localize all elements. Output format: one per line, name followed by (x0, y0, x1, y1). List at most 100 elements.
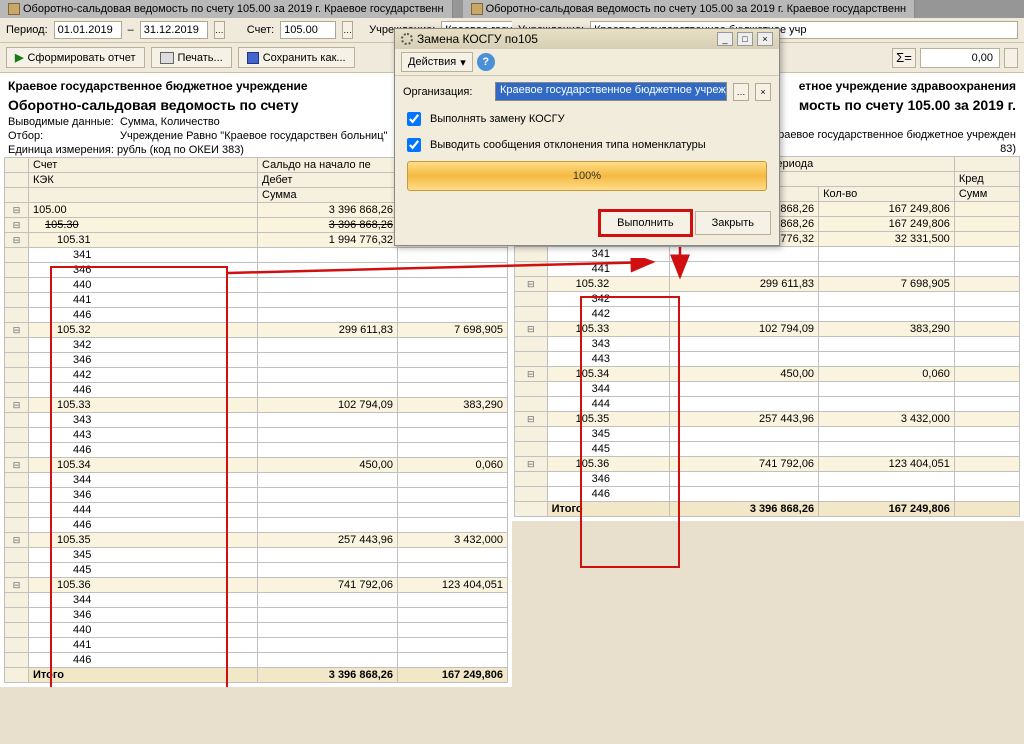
tree-toggle[interactable] (5, 518, 29, 533)
tree-toggle[interactable] (5, 248, 29, 263)
sigma-button[interactable]: Σ= (892, 48, 916, 68)
tree-toggle[interactable] (5, 623, 29, 638)
date-to[interactable] (140, 21, 208, 39)
tree-toggle[interactable] (5, 548, 29, 563)
tree-toggle[interactable]: ⊟ (5, 398, 29, 413)
table-row[interactable]: ⊟105.33102 794,09383,290 (5, 398, 508, 413)
table-row[interactable]: ⊟105.35257 443,963 432,000 (5, 533, 508, 548)
actions-menu[interactable]: Действия ▾ (401, 52, 473, 72)
table-row[interactable]: 343 (515, 337, 1020, 352)
period-picker[interactable]: … (214, 21, 225, 39)
tree-toggle[interactable] (5, 443, 29, 458)
table-row[interactable]: 446 (5, 443, 508, 458)
table-row[interactable]: 341 (5, 248, 508, 263)
tree-toggle[interactable] (515, 292, 548, 307)
tree-toggle[interactable] (5, 563, 29, 578)
table-row[interactable]: 343 (5, 413, 508, 428)
tab-right[interactable]: Оборотно-сальдовая ведомость по счету 10… (463, 0, 916, 18)
tree-toggle[interactable] (5, 593, 29, 608)
tree-toggle[interactable] (515, 337, 548, 352)
tree-toggle[interactable] (5, 383, 29, 398)
tree-toggle[interactable] (5, 278, 29, 293)
date-from[interactable] (54, 21, 122, 39)
tree-toggle[interactable] (5, 503, 29, 518)
tree-toggle[interactable] (515, 487, 548, 502)
tree-toggle[interactable] (5, 353, 29, 368)
account-picker[interactable]: … (342, 21, 353, 39)
table-row[interactable]: 440 (5, 278, 508, 293)
table-row[interactable]: ⊟105.34450,000,060 (515, 367, 1020, 382)
table-row[interactable]: 346 (515, 472, 1020, 487)
table-row[interactable]: 346 (5, 353, 508, 368)
table-row[interactable]: 445 (5, 563, 508, 578)
tree-toggle[interactable] (5, 488, 29, 503)
tab-left[interactable]: Оборотно-сальдовая ведомость по счету 10… (0, 0, 453, 18)
table-row[interactable]: 443 (515, 352, 1020, 367)
table-row[interactable]: 446 (5, 383, 508, 398)
dialog-titlebar[interactable]: Замена КОСГУ по105 _ □ × (395, 29, 779, 49)
table-row[interactable]: 444 (5, 503, 508, 518)
table-row[interactable]: 441 (5, 293, 508, 308)
close-dialog-button[interactable]: Закрыть (695, 211, 771, 235)
table-row[interactable]: 446 (5, 653, 508, 668)
table-row[interactable]: ⊟105.35257 443,963 432,000 (515, 412, 1020, 427)
table-row[interactable]: 441 (5, 638, 508, 653)
table-row[interactable]: 442 (5, 368, 508, 383)
tree-toggle[interactable] (515, 262, 548, 277)
tree-toggle[interactable] (5, 428, 29, 443)
table-row[interactable]: 446 (515, 487, 1020, 502)
tree-toggle[interactable]: ⊟ (515, 322, 548, 337)
tree-toggle[interactable]: ⊟ (5, 233, 29, 248)
tree-toggle[interactable] (5, 308, 29, 323)
table-row[interactable]: 342 (5, 338, 508, 353)
table-row[interactable]: 345 (5, 548, 508, 563)
tree-toggle[interactable] (515, 442, 548, 457)
tree-toggle[interactable]: ⊟ (5, 218, 29, 233)
table-row[interactable]: 441 (515, 262, 1020, 277)
sigma-dropdown[interactable] (1004, 48, 1018, 68)
table-row[interactable]: 444 (515, 397, 1020, 412)
close-button[interactable]: × (757, 32, 773, 46)
tree-toggle[interactable] (515, 427, 548, 442)
tree-toggle[interactable] (515, 382, 548, 397)
table-row[interactable]: 341 (515, 247, 1020, 262)
help-button[interactable]: ? (477, 53, 495, 71)
table-row[interactable]: 443 (5, 428, 508, 443)
table-row[interactable]: 344 (5, 593, 508, 608)
table-row[interactable]: 445 (515, 442, 1020, 457)
minimize-button[interactable]: _ (717, 32, 733, 46)
table-row[interactable]: ⊟105.32299 611,837 698,905 (515, 277, 1020, 292)
table-row[interactable]: 345 (515, 427, 1020, 442)
table-row[interactable]: 446 (5, 518, 508, 533)
tree-toggle[interactable]: ⊟ (5, 578, 29, 593)
form-report-button[interactable]: ▶Сформировать отчет (6, 47, 145, 68)
dlg-org-field[interactable]: Краевое государственное бюджетное учрежд… (495, 82, 727, 101)
table-row[interactable]: ⊟105.33102 794,09383,290 (515, 322, 1020, 337)
chk-do-replace[interactable] (407, 112, 421, 126)
tree-toggle[interactable] (515, 472, 548, 487)
dlg-org-clear[interactable]: × (755, 83, 771, 101)
table-row[interactable]: ⊟105.32299 611,837 698,905 (5, 323, 508, 338)
chk-show-messages[interactable] (407, 138, 421, 152)
tree-toggle[interactable] (5, 263, 29, 278)
tree-toggle[interactable] (5, 638, 29, 653)
table-row[interactable]: 346 (5, 488, 508, 503)
tree-toggle[interactable] (5, 473, 29, 488)
tree-toggle[interactable]: ⊟ (515, 367, 548, 382)
tree-toggle[interactable]: ⊟ (5, 533, 29, 548)
table-row[interactable]: ⊟105.34450,000,060 (5, 458, 508, 473)
tree-toggle[interactable] (5, 413, 29, 428)
table-row[interactable]: 344 (5, 473, 508, 488)
save-as-button[interactable]: Сохранить как... (238, 47, 355, 68)
execute-button[interactable]: Выполнить (600, 211, 690, 235)
table-row[interactable]: 344 (515, 382, 1020, 397)
table-row[interactable]: 342 (515, 292, 1020, 307)
tree-toggle[interactable]: ⊟ (515, 277, 548, 292)
tree-toggle[interactable] (515, 352, 548, 367)
tree-toggle[interactable] (5, 653, 29, 668)
tree-toggle[interactable] (515, 307, 548, 322)
tree-toggle[interactable] (5, 368, 29, 383)
tree-toggle[interactable] (5, 293, 29, 308)
print-button[interactable]: Печать... (151, 47, 232, 68)
table-row[interactable]: ⊟105.36741 792,06123 404,051 (5, 578, 508, 593)
